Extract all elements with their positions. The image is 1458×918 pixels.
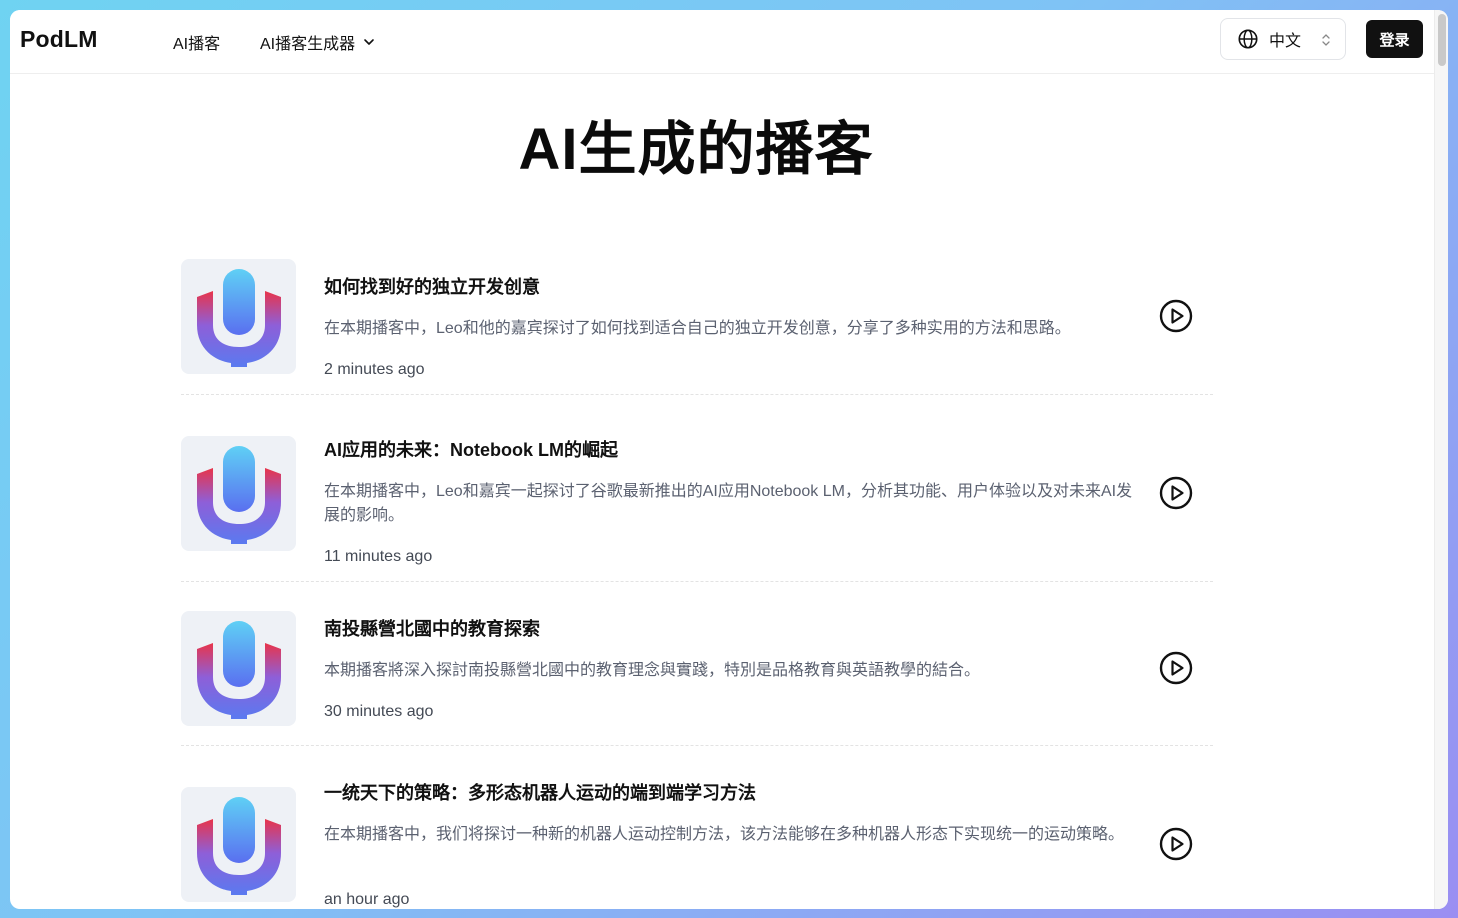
podcast-title[interactable]: 南投縣營北國中的教育探索	[324, 615, 540, 641]
language-label: 中文	[1269, 33, 1302, 50]
chevron-down-icon	[364, 39, 374, 45]
site-logo[interactable]: PodLM	[20, 26, 98, 53]
play-button-icon[interactable]	[1159, 476, 1193, 510]
globe-icon	[1238, 29, 1258, 49]
podcast-timestamp: an hour ago	[324, 891, 410, 908]
play-button-icon[interactable]	[1159, 651, 1193, 685]
play-button-icon[interactable]	[1159, 299, 1193, 333]
vertical-scrollbar[interactable]	[1434, 10, 1448, 909]
podcast-timestamp: 2 minutes ago	[324, 361, 425, 378]
nav-link-label: AI播客生成器	[260, 36, 356, 53]
podcast-list-item[interactable]: 如何找到好的独立开发创意 在本期播客中，Leo和他的嘉宾探讨了如何找到适合自己的…	[181, 240, 1213, 395]
page-title: AI生成的播客	[518, 117, 874, 182]
podcast-list: 如何找到好的独立开发创意 在本期播客中，Leo和他的嘉宾探讨了如何找到适合自己的…	[181, 240, 1213, 909]
microphone-logo-icon	[196, 268, 281, 367]
browser-window: PodLM AI播客 AI播客生成器 中文 登录 AI生成的播客 如何找到好的独…	[10, 10, 1448, 909]
nav-dropdown-podcast-generator[interactable]: AI播客生成器	[260, 30, 375, 54]
podcast-cover-image[interactable]	[181, 436, 296, 551]
podcast-list-item[interactable]: 南投縣營北國中的教育探索 本期播客將深入探討南投縣營北國中的教育理念與實踐，特別…	[181, 582, 1213, 746]
podcast-list-item[interactable]: 一统天下的策略：多形态机器人运动的端到端学习方法 在本期播客中，我们将探讨一种新…	[181, 746, 1213, 909]
podcast-cover-image[interactable]	[181, 787, 296, 902]
podcast-title[interactable]: 一统天下的策略：多形态机器人运动的端到端学习方法	[324, 779, 756, 805]
podcast-cover-image[interactable]	[181, 259, 296, 374]
nav-link-ai-podcast[interactable]: AI播客	[173, 30, 220, 54]
microphone-logo-icon	[196, 796, 281, 895]
podcast-timestamp: 30 minutes ago	[324, 703, 434, 720]
scrollbar-thumb[interactable]	[1438, 14, 1446, 66]
chevron-up-down-icon	[1322, 34, 1330, 46]
podcast-description: 本期播客將深入探討南投縣營北國中的教育理念與實踐，特別是品格教育與英語教學的結合…	[324, 662, 981, 679]
podcast-cover-image[interactable]	[181, 611, 296, 726]
podcast-title[interactable]: 如何找到好的独立开发创意	[324, 273, 540, 299]
podcast-timestamp: 11 minutes ago	[324, 548, 433, 565]
microphone-logo-icon	[196, 445, 281, 544]
podcast-list-item[interactable]: AI应用的未来：Notebook LM的崛起 在本期播客中，Leo和嘉宾一起探讨…	[181, 395, 1213, 582]
microphone-logo-icon	[196, 620, 281, 719]
podcast-description: 在本期播客中，我们将探讨一种新的机器人运动控制方法，该方法能够在多种机器人形态下…	[324, 826, 1125, 843]
play-button-icon[interactable]	[1159, 827, 1193, 861]
top-navbar: PodLM AI播客 AI播客生成器 中文 登录	[10, 10, 1434, 74]
language-selector[interactable]: 中文	[1220, 18, 1346, 60]
podcast-description: 在本期播客中，Leo和他的嘉宾探讨了如何找到适合自己的独立开发创意，分享了多种实…	[324, 320, 1071, 337]
login-button[interactable]: 登录	[1366, 20, 1423, 58]
nav-link-label: AI播客	[173, 36, 221, 53]
podcast-title[interactable]: AI应用的未来：Notebook LM的崛起	[324, 436, 618, 462]
podcast-description: 在本期播客中，Leo和嘉宾一起探讨了谷歌最新推出的AI应用Notebook LM…	[324, 483, 1133, 524]
